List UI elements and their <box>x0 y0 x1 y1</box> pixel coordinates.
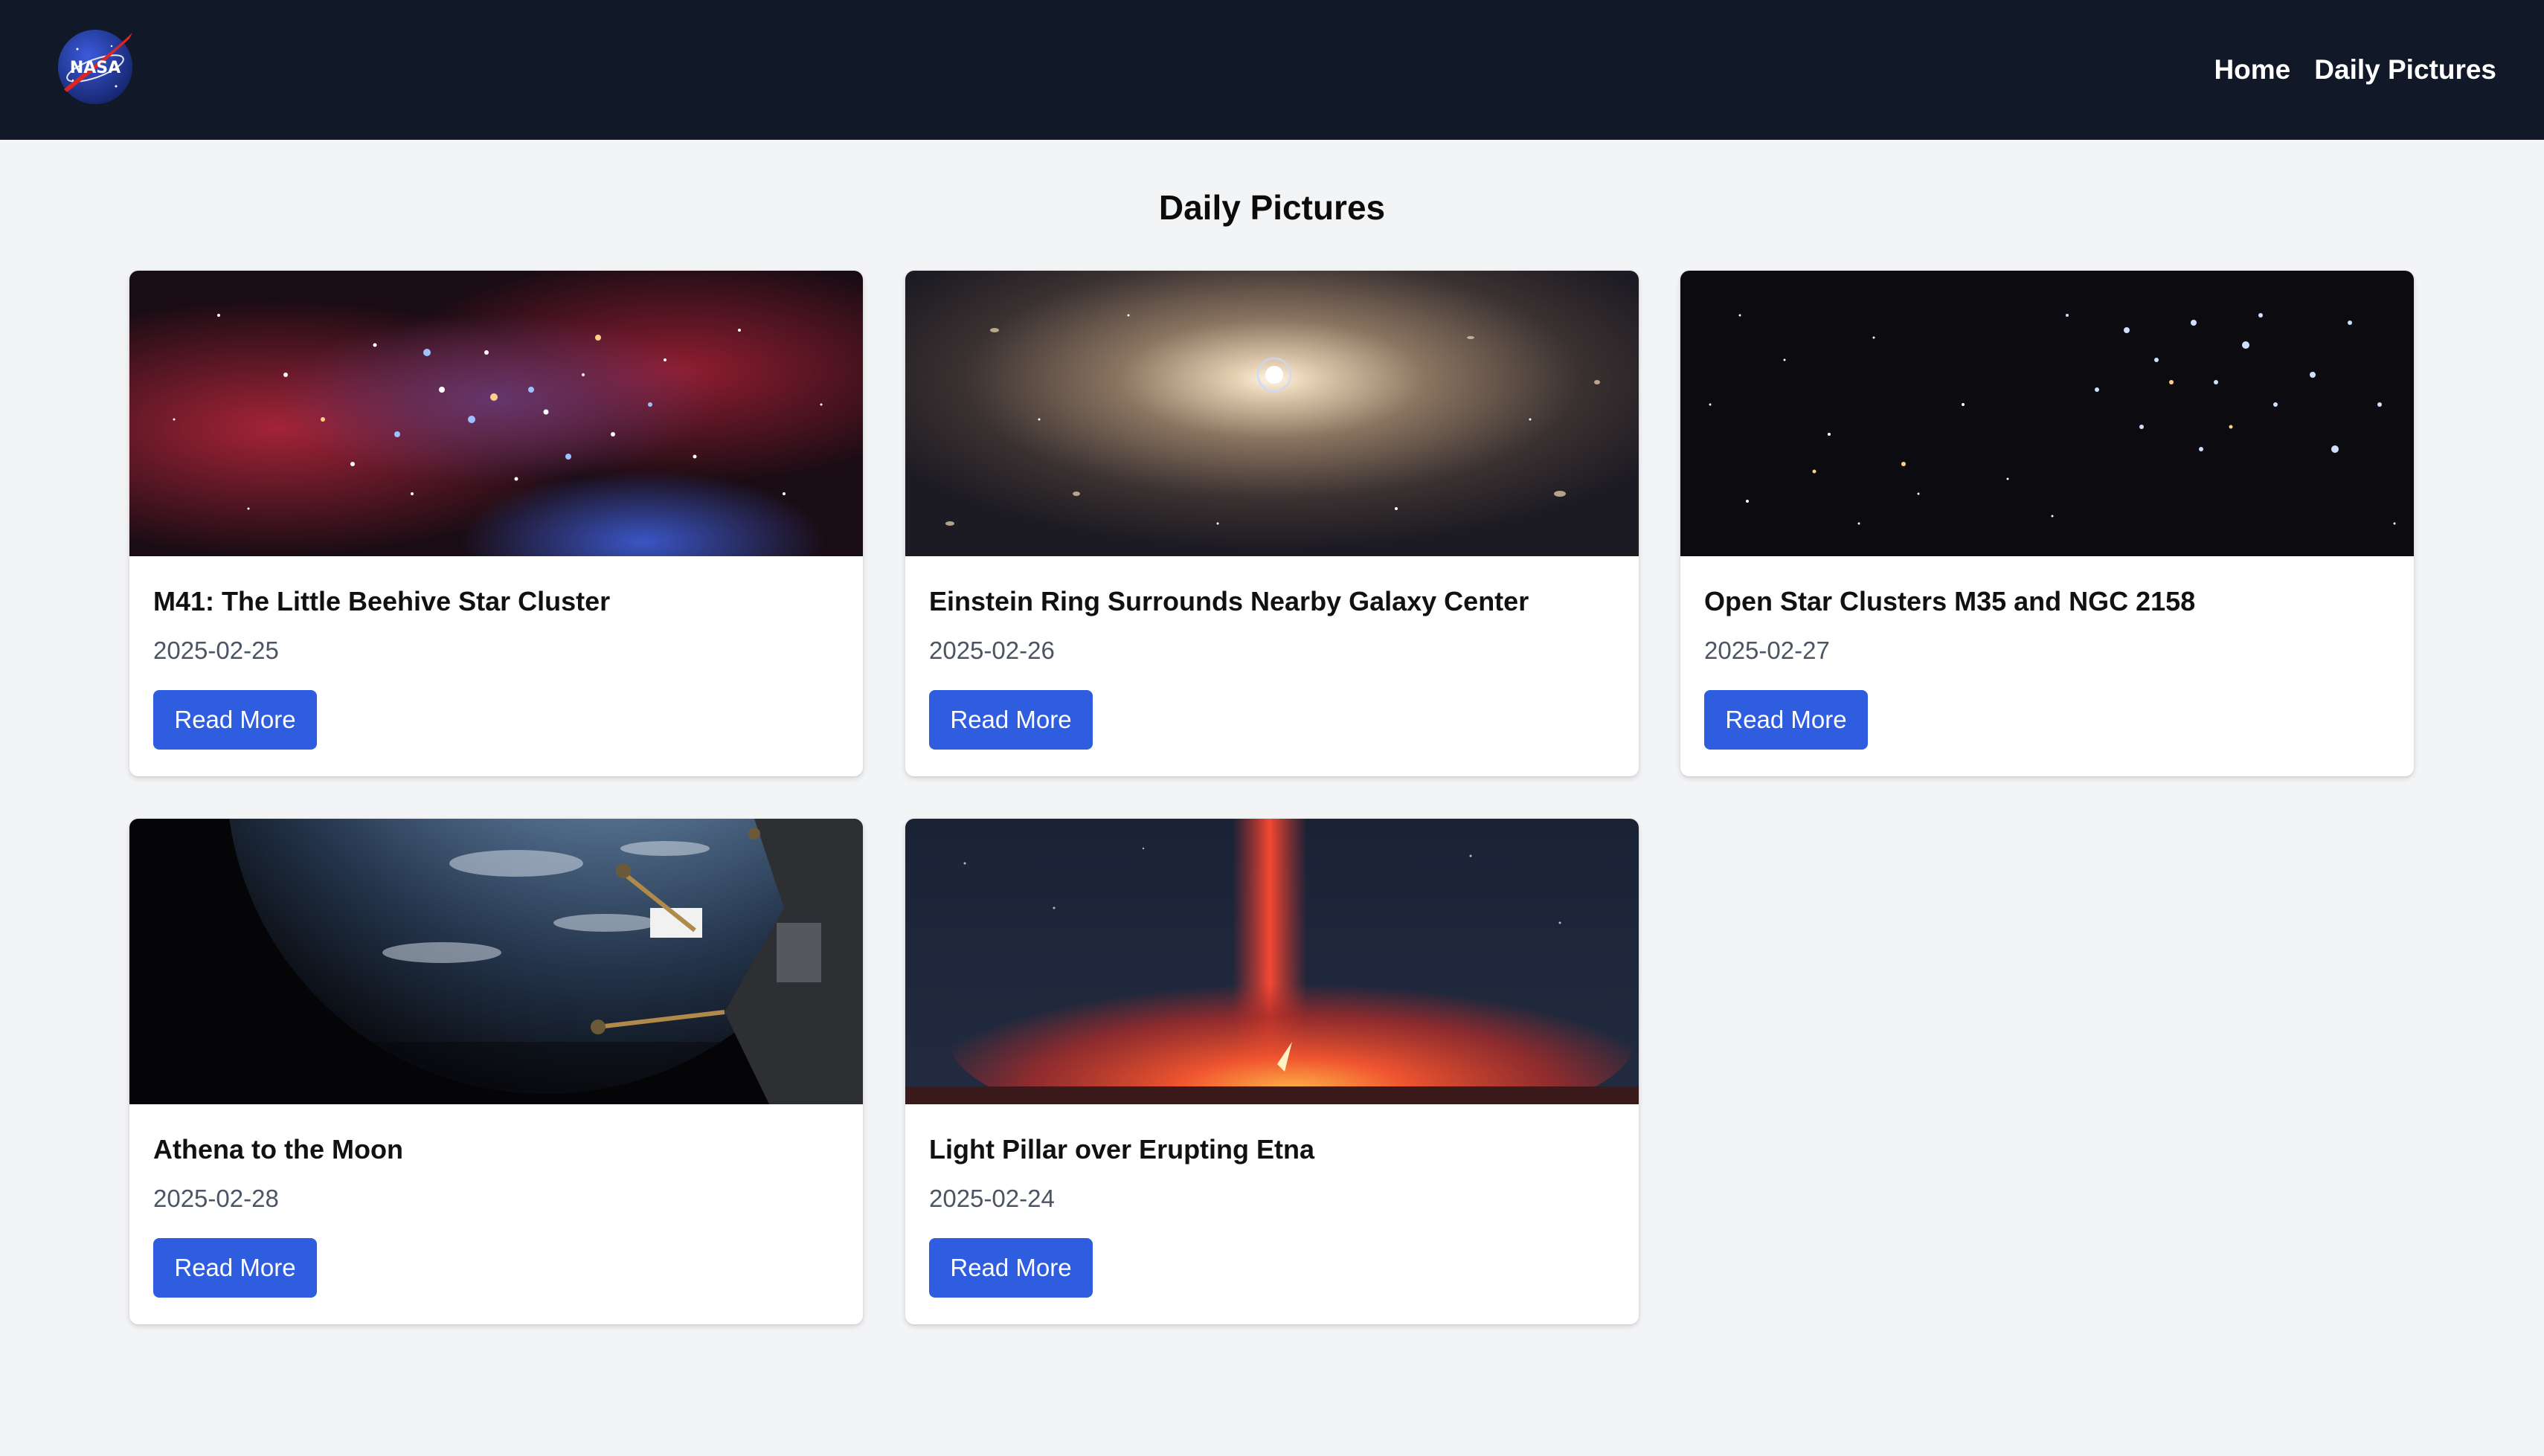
card-title: M41: The Little Beehive Star Cluster <box>153 586 611 616</box>
page-title: Daily Pictures <box>1158 188 1386 227</box>
nav-home-link[interactable]: Home <box>2214 54 2290 86</box>
nasa-logo[interactable]: NASA <box>55 27 135 107</box>
picture-card: Athena to the Moon 2025-02-28 Read More <box>129 819 863 1324</box>
card-title: Light Pillar over Erupting Etna <box>929 1134 1315 1165</box>
card-date: 2025-02-25 <box>153 637 279 664</box>
picture-card: Einstein Ring Surrounds Nearby Galaxy Ce… <box>905 271 1639 776</box>
picture-card: M41: The Little Beehive Star Cluster 202… <box>129 271 863 776</box>
card-date: 2025-02-28 <box>153 1185 279 1212</box>
nav-daily-pictures-link[interactable]: Daily Pictures <box>2314 54 2496 86</box>
card-title: Open Star Clusters M35 and NGC 2158 <box>1704 586 2196 616</box>
galaxy-image[interactable] <box>905 271 1639 556</box>
read-more-button[interactable]: Read More <box>153 690 317 750</box>
top-navbar: NASA Home Daily Pictures <box>0 0 2544 140</box>
card-date: 2025-02-26 <box>929 637 1055 664</box>
read-more-button[interactable]: Read More <box>153 1238 317 1298</box>
card-date: 2025-02-27 <box>1704 637 1830 664</box>
card-date: 2025-02-24 <box>929 1185 1055 1212</box>
light-pillar-image[interactable] <box>905 819 1639 1104</box>
open-clusters-image[interactable] <box>1680 271 2414 556</box>
read-more-button[interactable]: Read More <box>929 690 1093 750</box>
read-more-button[interactable]: Read More <box>1704 690 1868 750</box>
card-title: Athena to the Moon <box>153 1134 403 1165</box>
picture-card: Light Pillar over Erupting Etna 2025-02-… <box>905 819 1639 1324</box>
card-title: Einstein Ring Surrounds Nearby Galaxy Ce… <box>929 586 1529 616</box>
logo-text: NASA <box>70 59 121 77</box>
read-more-button[interactable]: Read More <box>929 1238 1093 1298</box>
nav-links: Home Daily Pictures <box>2214 0 2496 140</box>
earth-spacecraft-image[interactable] <box>129 819 863 1104</box>
star-cluster-image[interactable] <box>129 271 863 556</box>
picture-card: Open Star Clusters M35 and NGC 2158 2025… <box>1680 271 2414 776</box>
